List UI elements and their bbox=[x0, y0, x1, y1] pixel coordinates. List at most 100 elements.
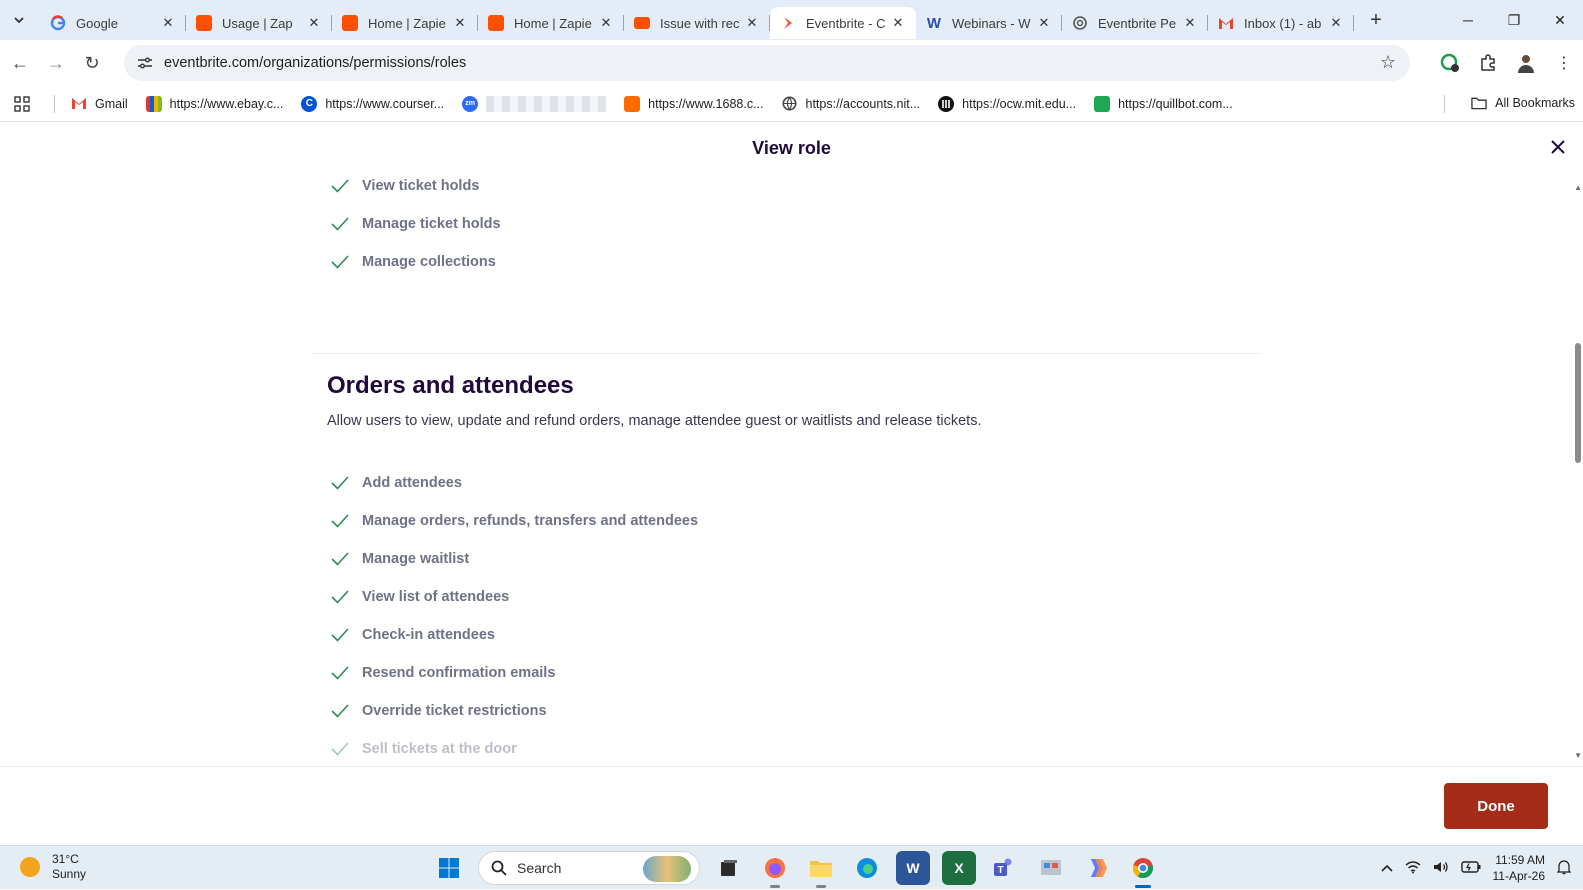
apps-grid-icon[interactable] bbox=[4, 95, 40, 112]
1688-icon bbox=[624, 95, 641, 112]
permissions-scroll-area[interactable]: View ticket holds Manage ticket holds Ma… bbox=[0, 173, 1583, 766]
done-button[interactable]: Done bbox=[1444, 783, 1548, 829]
close-icon[interactable]: ✕ bbox=[1036, 15, 1052, 31]
window-close-icon[interactable]: ✕ bbox=[1537, 0, 1583, 40]
permission-list-top: View ticket holds Manage ticket holds Ma… bbox=[330, 173, 501, 281]
close-icon[interactable]: ✕ bbox=[890, 15, 906, 31]
tab-zapier-home[interactable]: Home | Zapie ✕ bbox=[332, 7, 478, 39]
scrollbar[interactable]: ▲ ▼ bbox=[1573, 173, 1583, 766]
tab-zapier-usage[interactable]: Usage | Zap ✕ bbox=[186, 7, 332, 39]
permission-label: Sell tickets at the door bbox=[362, 741, 517, 757]
tab-issue[interactable]: Issue with rec ✕ bbox=[624, 7, 770, 39]
task-view-icon[interactable] bbox=[712, 851, 746, 885]
profile-avatar-icon[interactable] bbox=[1507, 45, 1545, 81]
checkmark-icon bbox=[331, 255, 349, 269]
all-bookmarks[interactable]: All Bookmarks bbox=[1471, 95, 1575, 111]
chrome-icon[interactable] bbox=[1126, 851, 1160, 888]
close-icon[interactable]: ✕ bbox=[452, 15, 468, 31]
tab-title: Usage | Zap bbox=[222, 15, 293, 31]
tab-webinars[interactable]: W Webinars - W ✕ bbox=[916, 7, 1062, 39]
bookmark-quillbot[interactable]: https://quillbot.com... bbox=[1094, 95, 1233, 112]
permission-item: Check-in attendees bbox=[330, 616, 698, 654]
bookmark-zoom[interactable]: zm bbox=[462, 95, 486, 112]
tab-gmail[interactable]: Inbox (1) - ab ✕ bbox=[1208, 7, 1354, 39]
close-icon[interactable]: ✕ bbox=[1182, 15, 1198, 31]
search-highlight-image bbox=[643, 856, 691, 882]
url-text: eventbrite.com/organizations/permissions… bbox=[164, 55, 467, 71]
taskbar-search-label: Search bbox=[517, 860, 562, 876]
close-icon[interactable]: ✕ bbox=[306, 15, 322, 31]
mit-icon bbox=[938, 95, 955, 112]
firefox-icon[interactable] bbox=[758, 851, 792, 888]
tab-title: Eventbrite Pe bbox=[1098, 15, 1177, 31]
bookmark-ebay[interactable]: https://www.ebay.c... bbox=[145, 95, 284, 112]
volume-icon[interactable] bbox=[1433, 860, 1449, 877]
tab-list: Google ✕ Usage | Zap ✕ Home | Zapie ✕ Ho… bbox=[40, 0, 1390, 40]
reload-icon[interactable]: ↻ bbox=[74, 45, 110, 81]
battery-icon[interactable] bbox=[1460, 860, 1481, 876]
new-tab-plus-icon[interactable]: + bbox=[1362, 6, 1390, 34]
bookmark-label: https://www.ebay.c... bbox=[169, 96, 284, 111]
close-icon[interactable]: ✕ bbox=[744, 15, 760, 31]
taskbar-apps: Search W X T bbox=[432, 851, 1172, 888]
tab-title: Issue with rec bbox=[660, 15, 740, 31]
scrollbar-thumb[interactable] bbox=[1575, 343, 1581, 463]
taskbar-search[interactable]: Search bbox=[478, 851, 700, 885]
notification-bell-icon[interactable] bbox=[1556, 859, 1572, 878]
bookmark-accounts-nit[interactable]: https://accounts.nit... bbox=[782, 96, 920, 112]
tab-search-chevron-icon[interactable] bbox=[6, 7, 32, 33]
tray-overflow-chevron-icon[interactable] bbox=[1380, 861, 1393, 876]
restore-icon[interactable]: ❐ bbox=[1491, 0, 1537, 40]
bookmark-star-icon[interactable]: ☆ bbox=[1380, 52, 1396, 73]
extensions-puzzle-icon[interactable] bbox=[1469, 45, 1507, 81]
excel-icon[interactable]: X bbox=[942, 851, 976, 885]
control-panel-icon[interactable] bbox=[1034, 851, 1068, 885]
permission-label: Manage collections bbox=[362, 254, 496, 270]
close-icon[interactable]: ✕ bbox=[598, 15, 614, 31]
forward-arrow-icon[interactable]: → bbox=[38, 45, 74, 81]
close-icon[interactable]: ✕ bbox=[1328, 15, 1344, 31]
scroll-down-arrow-icon[interactable]: ▼ bbox=[1574, 751, 1582, 760]
minimize-icon[interactable]: ─ bbox=[1445, 0, 1491, 40]
windows-start-icon[interactable] bbox=[432, 851, 466, 885]
tab-eventbrite-perms[interactable]: Eventbrite Pe ✕ bbox=[1062, 7, 1208, 39]
bookmark-1688[interactable]: https://www.1688.c... bbox=[624, 95, 764, 112]
word-icon[interactable]: W bbox=[896, 851, 930, 885]
bookmark-mit-ocw[interactable]: https://ocw.mit.edu... bbox=[938, 95, 1076, 112]
svg-text:T: T bbox=[998, 865, 1004, 876]
tab-zapier-home-2[interactable]: Home | Zapie ✕ bbox=[478, 7, 624, 39]
permission-item: Manage collections bbox=[330, 243, 501, 281]
scroll-up-arrow-icon[interactable]: ▲ bbox=[1574, 183, 1582, 192]
bookmark-gmail[interactable]: Gmail bbox=[71, 96, 128, 112]
weather-widget[interactable]: 31°C Sunny bbox=[20, 852, 86, 882]
modal-title: View role bbox=[752, 138, 831, 158]
address-bar[interactable]: eventbrite.com/organizations/permissions… bbox=[124, 45, 1410, 81]
checkmark-icon bbox=[331, 742, 349, 756]
ebay-icon bbox=[145, 95, 162, 112]
back-arrow-icon[interactable]: ← bbox=[2, 45, 38, 81]
copilot-icon[interactable] bbox=[1080, 851, 1114, 885]
checkmark-icon bbox=[331, 552, 349, 566]
taskbar-clock[interactable]: 11:59 AM 11-Apr-26 bbox=[1493, 852, 1545, 884]
teams-icon[interactable]: T bbox=[988, 851, 1022, 885]
gmail-icon bbox=[1218, 15, 1234, 31]
clock-date: 11-Apr-26 bbox=[1492, 869, 1545, 883]
wifi-icon[interactable] bbox=[1405, 860, 1421, 877]
tab-eventbrite[interactable]: Eventbrite - C ✕ bbox=[770, 7, 916, 39]
search-icon bbox=[491, 860, 507, 876]
permission-label: Add attendees bbox=[362, 475, 462, 491]
menu-kebab-icon[interactable]: ⋮ bbox=[1545, 45, 1583, 81]
sun-icon bbox=[20, 857, 40, 877]
site-settings-icon[interactable] bbox=[130, 56, 160, 70]
bookmark-coursera[interactable]: C https://www.courser... bbox=[301, 95, 444, 112]
weather-temperature: 31°C bbox=[52, 852, 79, 866]
tab-google[interactable]: Google ✕ bbox=[40, 7, 186, 39]
close-icon[interactable]: ✕ bbox=[160, 15, 176, 31]
permission-label: Check-in attendees bbox=[362, 627, 495, 643]
file-explorer-icon[interactable] bbox=[804, 851, 838, 888]
google-icon bbox=[50, 15, 66, 31]
eventbrite-icon bbox=[780, 15, 796, 31]
extension-badge-icon[interactable] bbox=[1431, 45, 1469, 81]
edge-icon[interactable] bbox=[850, 851, 884, 885]
modal-close-icon[interactable] bbox=[1551, 137, 1565, 160]
